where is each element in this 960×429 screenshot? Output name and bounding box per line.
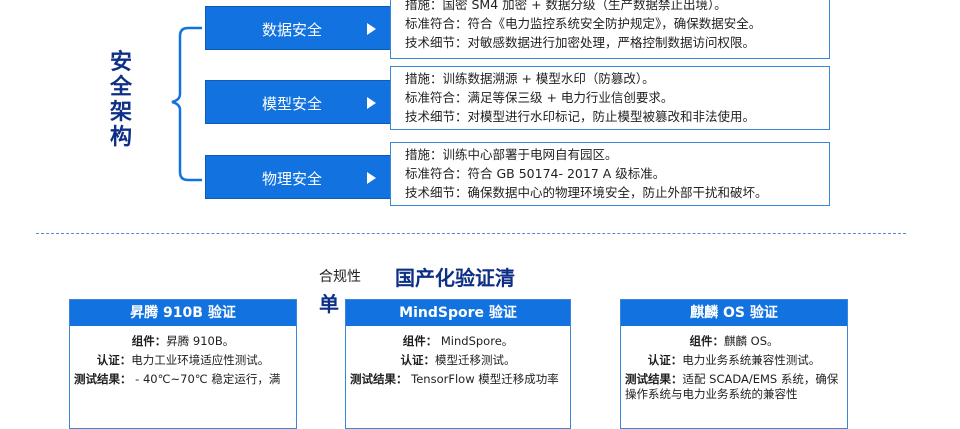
standard-line: 标准符合：符合 GB 50174- 2017 A 级标准。: [405, 166, 666, 181]
physical-security-label: 物理安全: [262, 170, 323, 188]
cert-row: 认证：电力业务系统兼容性测试。: [647, 353, 821, 367]
play-arrow-icon: [367, 172, 376, 184]
label-char: 架: [109, 100, 132, 125]
mindspore-card: MindSpore 验证 组件： MindSpore。 认证：模型迁移测试。 测…: [345, 299, 571, 429]
ascend-card: 昇腾 910B 验证 组件：昇腾 910B。 认证：电力工业环境适应性测试。 测…: [69, 299, 297, 429]
measure-line: 措施：训练数据溯源 + 模型水印（防篡改）。: [405, 71, 655, 86]
result-row: 测试结果：适配 SCADA/EMS 系统，确保操作系统与电力业务系统的兼容性: [625, 372, 839, 401]
play-arrow-icon: [367, 97, 376, 109]
model-security-button[interactable]: 模型安全: [205, 80, 391, 124]
standard-line: 标准符合：满足等保三级 + 电力行业信创要求。: [405, 90, 674, 105]
measure-line: 措施：国密 SM4 加密 + 数据分级（生产数据禁止出境）。: [405, 0, 727, 12]
model-security-details: 措施：训练数据溯源 + 模型水印（防篡改）。 标准符合：满足等保三级 + 电力行…: [390, 66, 830, 130]
component-row: 组件：昇腾 910B。: [131, 334, 235, 348]
detail-line: 技术细节：对模型进行水印标记，防止模型被篡改和非法使用。: [405, 109, 756, 124]
component-row: 组件：麒麟 OS。: [689, 334, 779, 348]
physical-security-details: 措施：训练中心部署于电网自有园区。 标准符合：符合 GB 50174- 2017…: [390, 142, 830, 206]
section-divider: [36, 233, 906, 234]
compliance-subtitle: 合规性: [319, 269, 361, 285]
label-char: 安: [109, 50, 132, 75]
label-char: 全: [109, 75, 132, 100]
cert-row: 认证：电力工业环境适应性测试。: [96, 353, 270, 367]
model-security-label: 模型安全: [262, 95, 323, 113]
result-row: 测试结果： TensorFlow 模型迁移成功率: [350, 372, 559, 386]
data-security-button[interactable]: 数据安全: [205, 6, 391, 50]
cert-row: 认证：模型迁移测试。: [400, 353, 516, 367]
kylin-card: 麒麟 OS 验证 组件：麒麟 OS。 认证：电力业务系统兼容性测试。 测试结果：…: [620, 299, 848, 429]
detail-line: 技术细节：确保数据中心的物理环境安全，防止外部干扰和破坏。: [405, 185, 768, 200]
data-security-details: 措施：国密 SM4 加密 + 数据分级（生产数据禁止出境）。 标准符合：符合《电…: [390, 0, 830, 59]
card-title: MindSpore 验证: [346, 300, 570, 326]
physical-security-button[interactable]: 物理安全: [205, 155, 391, 199]
component-row: 组件： MindSpore。: [402, 334, 514, 348]
compliance-title: 国产化验证清: [395, 266, 515, 290]
bracket-connector: [171, 26, 202, 182]
data-security-label: 数据安全: [262, 21, 323, 39]
result-row: 测试结果： - 40℃~70℃ 稳定运行，满: [74, 372, 281, 386]
standard-line: 标准符合：符合《电力监控系统安全防护规定》，确保数据安全。: [405, 16, 762, 31]
card-title: 麒麟 OS 验证: [621, 300, 847, 326]
label-char: 构: [109, 125, 132, 150]
card-title: 昇腾 910B 验证: [70, 300, 296, 326]
measure-line: 措施：训练中心部署于电网自有园区。: [405, 147, 618, 162]
security-architecture-label: 安 全 架 构: [104, 50, 138, 150]
detail-line: 技术细节：对敏感数据进行加密处理，严格控制数据访问权限。: [405, 35, 756, 50]
compliance-title-wrap: 单: [319, 292, 339, 316]
play-arrow-icon: [367, 23, 376, 35]
